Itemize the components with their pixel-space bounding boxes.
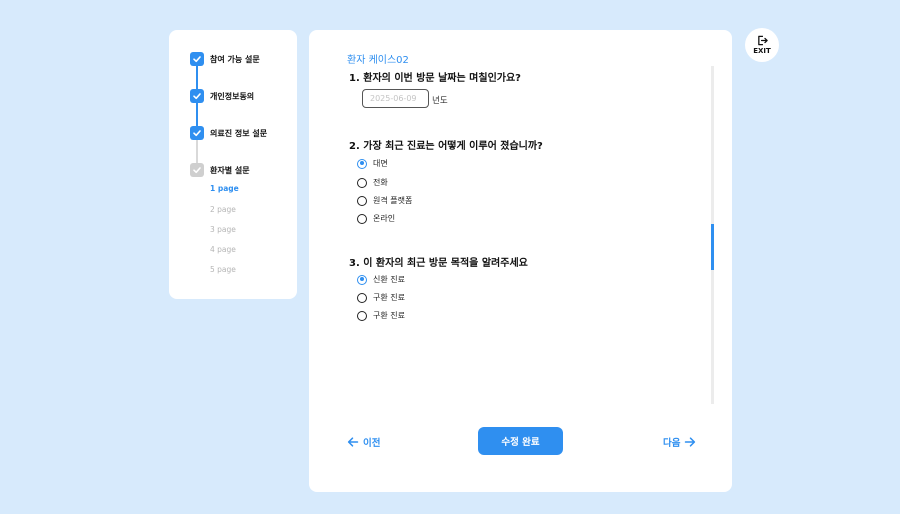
option-label: 구환 진료: [373, 311, 405, 320]
step-label: 개인정보동의: [210, 91, 255, 101]
radio-icon: [357, 213, 367, 224]
q2-option-online[interactable]: 온라인: [357, 213, 395, 224]
radio-checked-icon: [357, 274, 367, 285]
sidebar-page-4[interactable]: 4 page: [210, 245, 236, 254]
option-label: 대면: [373, 159, 388, 168]
date-suffix: 년도: [432, 96, 448, 106]
exit-button[interactable]: EXIT: [745, 28, 779, 62]
option-label: 전화: [373, 178, 388, 187]
radio-icon: [357, 195, 367, 206]
option-label: 원격 플랫폼: [373, 196, 413, 205]
radio-checked-icon: [357, 158, 367, 169]
step-participation-survey[interactable]: 참여 가능 설문: [190, 52, 260, 66]
case-title: 환자 케이스02: [347, 55, 409, 66]
sidebar-page-5[interactable]: 5 page: [210, 265, 236, 274]
radio-icon: [357, 292, 367, 303]
arrow-left-icon: [347, 437, 359, 447]
scrollbar-thumb[interactable]: [711, 224, 714, 270]
q2-option-remote-platform[interactable]: 원격 플랫폼: [357, 195, 412, 206]
radio-icon: [357, 310, 367, 321]
sidebar-page-2[interactable]: 2 page: [210, 205, 236, 214]
checkbox-pending-icon: [190, 163, 204, 177]
sidebar-page-3[interactable]: 3 page: [210, 225, 236, 234]
step-privacy-consent[interactable]: 개인정보동의: [190, 89, 254, 103]
step-label: 환자별 설문: [210, 165, 250, 175]
prev-button[interactable]: 이전: [347, 435, 380, 449]
sidebar-page-1[interactable]: 1 page: [210, 184, 239, 193]
option-label: 신환 진료: [373, 275, 405, 284]
submit-edit-button[interactable]: 수정 완료: [478, 427, 563, 455]
option-label: 구환 진료: [373, 293, 405, 302]
step-patient-survey[interactable]: 환자별 설문: [190, 163, 250, 177]
visit-date-input[interactable]: 2025-06-09: [362, 89, 429, 108]
step-label: 참여 가능 설문: [210, 54, 260, 64]
next-label: 다음: [663, 438, 681, 449]
logout-icon: [757, 35, 768, 46]
checkbox-checked-icon: [190, 126, 204, 140]
question-1-title: 1. 환자의 이번 방문 날짜는 며칠인가요?: [349, 73, 521, 84]
arrow-right-icon: [685, 437, 696, 447]
prev-label: 이전: [363, 438, 381, 449]
q3-option-new-patient[interactable]: 신환 진료: [357, 274, 405, 285]
q2-option-in-person[interactable]: 대면: [357, 158, 388, 169]
checkbox-checked-icon: [190, 89, 204, 103]
exit-label: EXIT: [753, 47, 771, 55]
question-3-title: 3. 이 환자의 최근 방문 목적을 알려주세요: [349, 258, 528, 269]
q3-option-returning-patient[interactable]: 구환 진료: [357, 292, 405, 303]
step-label: 의료진 정보 설문: [210, 128, 268, 138]
option-label: 온라인: [373, 214, 396, 223]
step-doctor-info-survey[interactable]: 의료진 정보 설문: [190, 126, 267, 140]
radio-icon: [357, 177, 367, 188]
q2-option-phone[interactable]: 전화: [357, 177, 388, 188]
q3-option-returning-patient-2[interactable]: 구환 진료: [357, 310, 405, 321]
checkbox-checked-icon: [190, 52, 204, 66]
next-button[interactable]: 다음: [663, 435, 696, 449]
question-2-title: 2. 가장 최근 진료는 어떻게 이루어 졌습니까?: [349, 141, 543, 152]
